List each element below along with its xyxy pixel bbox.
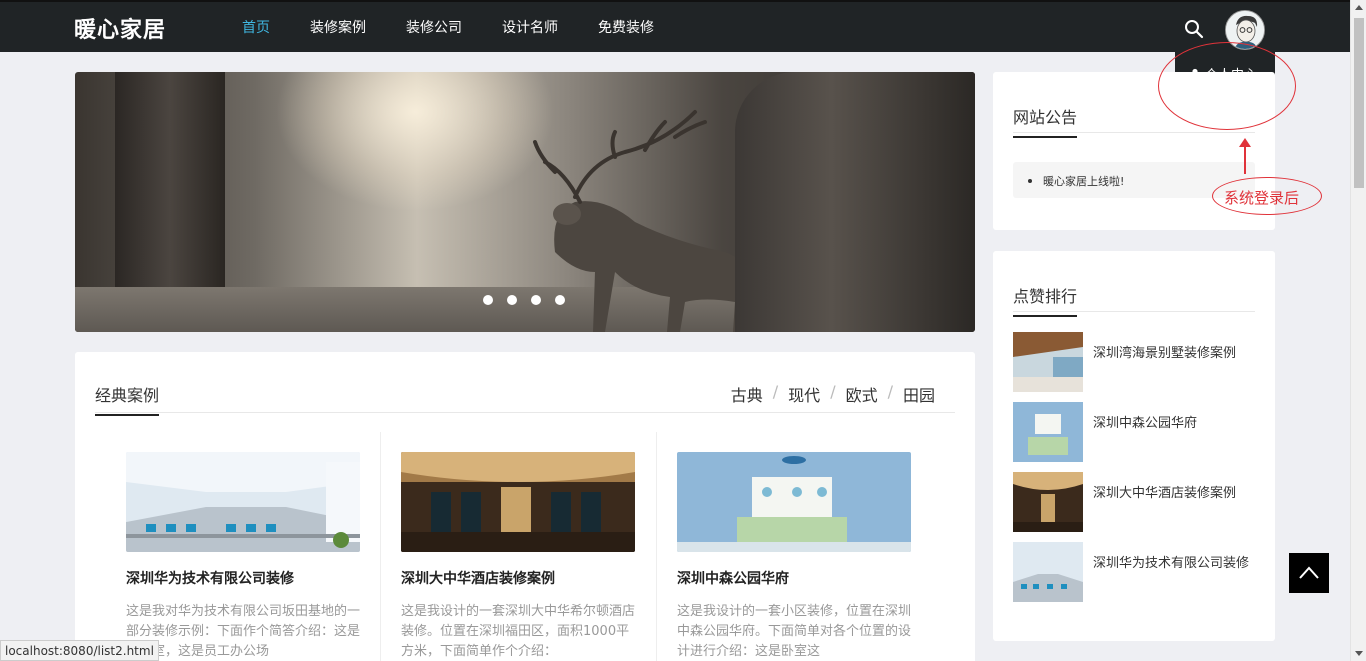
back-to-top-button[interactable] — [1289, 553, 1329, 593]
case-title[interactable]: 深圳大中华酒店装修案例 — [401, 568, 635, 588]
ranking-thumbnail[interactable] — [1013, 332, 1083, 392]
case-description: 这是我设计的一套深圳大中华希尔顿酒店装修。位置在深圳福田区，面积1000平方米，… — [401, 604, 636, 659]
case-card[interactable]: 深圳中森公园华府 这是我设计的一套小区装修，位置在深圳中森公园华府。下面简单对各… — [677, 452, 911, 661]
case-description: 这是我设计的一套小区装修，位置在深圳中森公园华府。下面简单对各个位置的设计进行介… — [677, 604, 912, 659]
main-nav: 首页 装修案例 装修公司 设计名师 免费装修 — [242, 17, 694, 37]
case-description: 这是我对华为技术有限公司坂田基地的一部分装修示例：下面作个简答介绍：这是体息室，… — [126, 604, 361, 659]
carousel-dot[interactable] — [483, 295, 493, 305]
case-title[interactable]: 深圳华为技术有限公司装修 — [126, 568, 360, 588]
ranking-thumbnail[interactable] — [1013, 472, 1083, 532]
scroll-up-arrow-icon[interactable] — [1355, 5, 1363, 10]
ranking-thumbnail[interactable] — [1013, 542, 1083, 602]
villa-photo — [1013, 332, 1083, 392]
ranking-item-label[interactable]: 深圳华为技术有限公司装修 — [1093, 554, 1253, 574]
column-divider — [656, 432, 657, 661]
nav-item-cases[interactable]: 装修案例 — [310, 17, 366, 37]
filter-separator: / — [887, 382, 893, 401]
filter-pastoral[interactable]: 田园 — [903, 382, 935, 406]
section-divider — [1013, 132, 1255, 133]
filter-separator: / — [830, 382, 836, 401]
hotel-photo — [1013, 472, 1083, 532]
search-icon[interactable] — [1184, 19, 1204, 39]
ranking-thumbnail[interactable] — [1013, 402, 1083, 462]
page-scrollbar[interactable] — [1350, 0, 1366, 661]
scroll-thumb[interactable] — [1354, 18, 1364, 188]
filter-modern[interactable]: 现代 — [788, 382, 820, 406]
filter-european[interactable]: 欧式 — [846, 382, 878, 406]
scroll-down-arrow-icon[interactable] — [1355, 651, 1363, 656]
office-photo — [1013, 542, 1083, 602]
ranking-item[interactable]: 深圳华为技术有限公司装修 — [1013, 542, 1263, 602]
case-card[interactable]: 深圳华为技术有限公司装修 这是我对华为技术有限公司坂田基地的一部分装修示例：下面… — [126, 452, 360, 661]
case-image-hotel[interactable] — [401, 452, 635, 552]
hero-carousel[interactable] — [75, 72, 975, 332]
ranking-item-label[interactable]: 深圳大中华酒店装修案例 — [1093, 484, 1253, 504]
banner-tree-right — [735, 72, 975, 332]
carousel-dot[interactable] — [555, 295, 565, 305]
annotation-circle — [1158, 42, 1296, 130]
column-divider — [380, 432, 381, 661]
case-image-office[interactable] — [126, 452, 360, 552]
nav-item-home[interactable]: 首页 — [242, 17, 270, 37]
case-image-apartment[interactable] — [677, 452, 911, 552]
top-navbar: 暖心家居 首页 装修案例 装修公司 设计名师 免费装修 — [0, 0, 1350, 52]
carousel-indicators — [483, 295, 579, 305]
chevron-up-icon — [1299, 566, 1319, 579]
filter-separator: / — [772, 382, 779, 401]
ranking-item[interactable]: 深圳大中华酒店装修案例 — [1013, 472, 1263, 532]
hotel-photo — [401, 452, 635, 552]
filter-classical[interactable]: 古典 — [731, 382, 763, 406]
cases-section-title: 经典案例 — [95, 382, 160, 416]
section-divider — [1013, 311, 1255, 312]
ranking-item-label[interactable]: 深圳中森公园华府 — [1093, 414, 1253, 434]
nav-item-companies[interactable]: 装修公司 — [406, 17, 462, 37]
classic-cases-panel: 经典案例 古典 / 现代 / 欧式 / 田园 深圳华为技术有限公司装修 这是我对… — [75, 352, 975, 661]
annotation-text: 系统登录后 — [1224, 189, 1300, 207]
annotation-arrow — [1239, 138, 1251, 174]
site-logo[interactable]: 暖心家居 — [74, 12, 166, 44]
carousel-dot[interactable] — [531, 295, 541, 305]
ranking-item[interactable]: 深圳湾海景别墅装修案例 — [1013, 332, 1263, 392]
office-photo — [126, 452, 360, 552]
browser-status-url: localhost:8080/list2.html — [0, 640, 159, 661]
ranking-item-label[interactable]: 深圳湾海景别墅装修案例 — [1093, 344, 1253, 364]
nav-item-designers[interactable]: 设计名师 — [502, 17, 558, 37]
case-title[interactable]: 深圳中森公园华府 — [677, 568, 911, 588]
apartment-photo — [677, 452, 911, 552]
ranking-item[interactable]: 深圳中森公园华府 — [1013, 402, 1263, 462]
section-divider — [95, 412, 955, 413]
apartment-photo — [1013, 402, 1083, 462]
likes-ranking-panel: 点赞排行 深圳湾海景别墅装修案例 深圳中森公园华府 深圳大中华酒店装修案例 深圳… — [993, 251, 1275, 641]
nav-item-free-decoration[interactable]: 免费装修 — [598, 17, 654, 37]
case-card[interactable]: 深圳大中华酒店装修案例 这是我设计的一套深圳大中华希尔顿酒店装修。位置在深圳福田… — [401, 452, 635, 661]
style-filters: 古典 / 现代 / 欧式 / 田园 — [731, 382, 935, 406]
carousel-dot[interactable] — [507, 295, 517, 305]
